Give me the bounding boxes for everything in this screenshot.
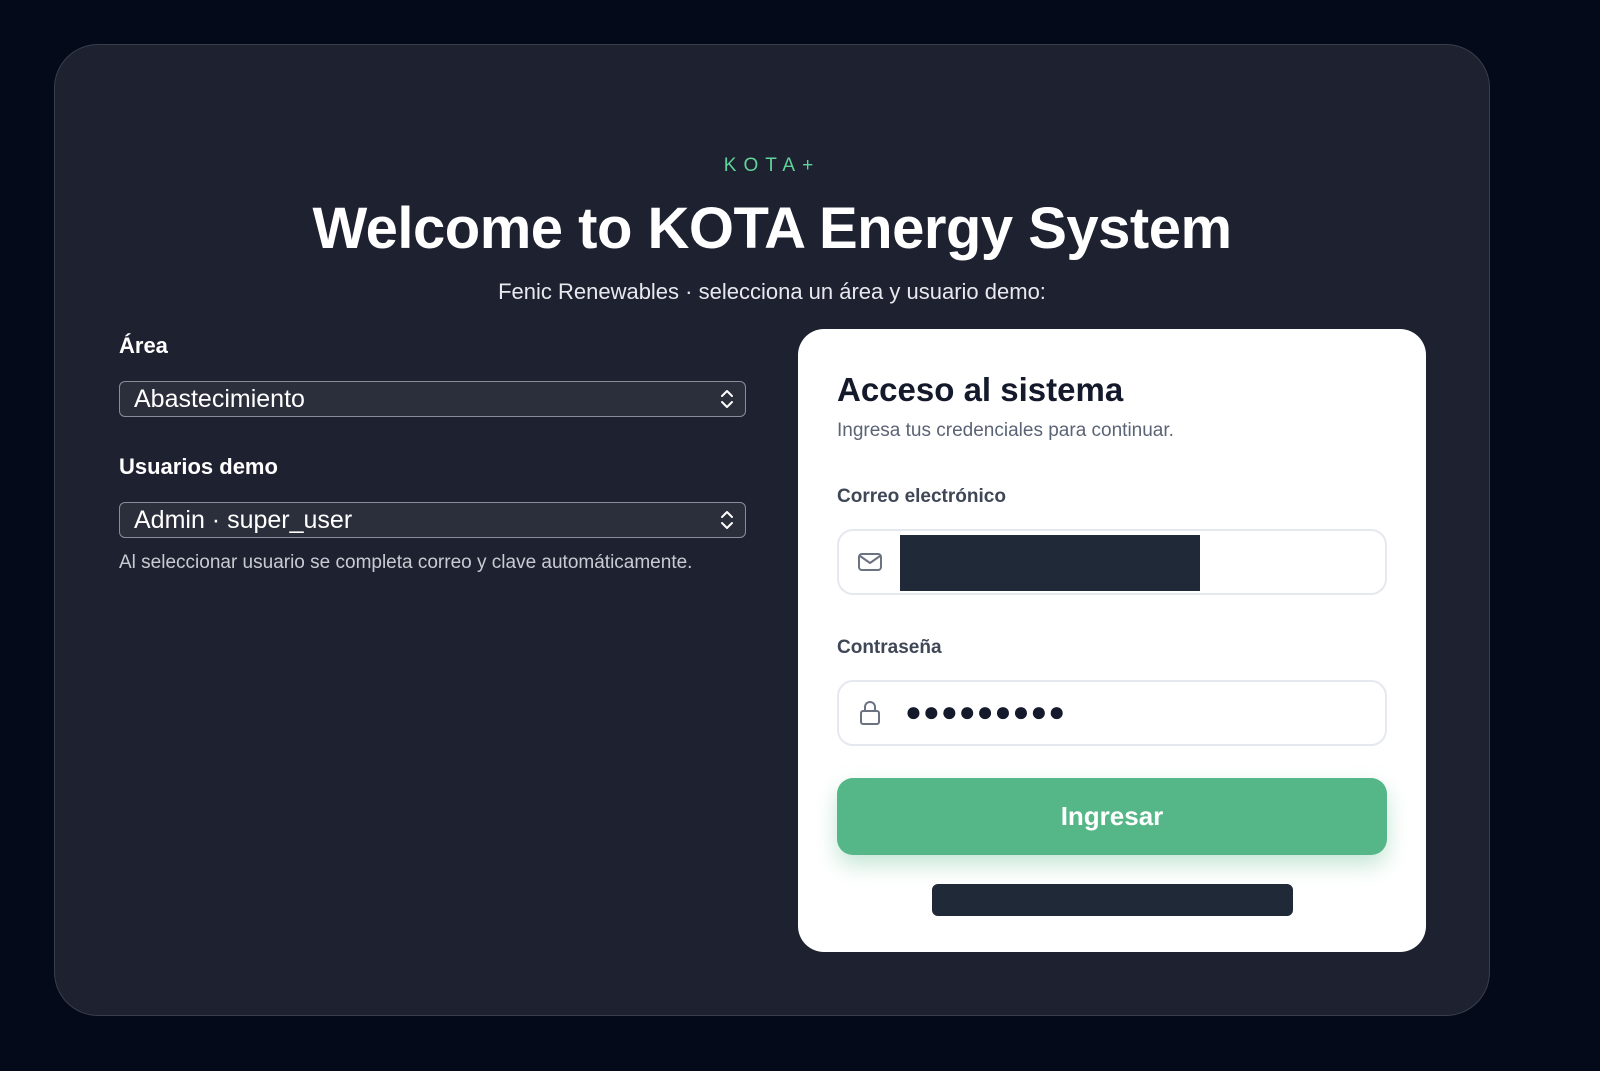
password-label: Contraseña [837,637,942,658]
area-select[interactable]: Abastecimiento [119,381,746,417]
autofill-help-text: Al seleccionar usuario se completa corre… [119,552,693,573]
login-subtitle: Ingresa tus credenciales para continuar. [837,420,1174,441]
users-demo-select-value: Admin · super_user [134,506,353,534]
email-field[interactable] [837,529,1387,595]
password-field[interactable]: ●●●●●●●●● [837,680,1387,746]
mail-icon [858,553,882,571]
password-value: ●●●●●●●●● [905,696,1067,727]
redacted-footer-link [932,884,1293,916]
login-card: Acceso al sistema Ingresa tus credencial… [798,329,1426,952]
page-title: Welcome to KOTA Energy System [312,196,1232,261]
chevron-updown-icon [721,390,733,408]
area-label: Área [119,333,168,358]
users-demo-label: Usuarios demo [119,454,278,479]
lock-icon [860,701,880,725]
login-title: Acceso al sistema [837,371,1124,408]
chevron-updown-icon [721,511,733,529]
users-demo-select[interactable]: Admin · super_user [119,502,746,538]
email-label: Correo electrónico [837,486,1006,507]
login-submit-button[interactable]: Ingresar [837,778,1387,855]
area-select-value: Abastecimiento [134,385,305,413]
brand-logo-text: KOTA+ [723,155,821,176]
redacted-email-value [900,535,1200,591]
page-subtitle: Fenic Renewables · selecciona un área y … [498,279,1046,304]
